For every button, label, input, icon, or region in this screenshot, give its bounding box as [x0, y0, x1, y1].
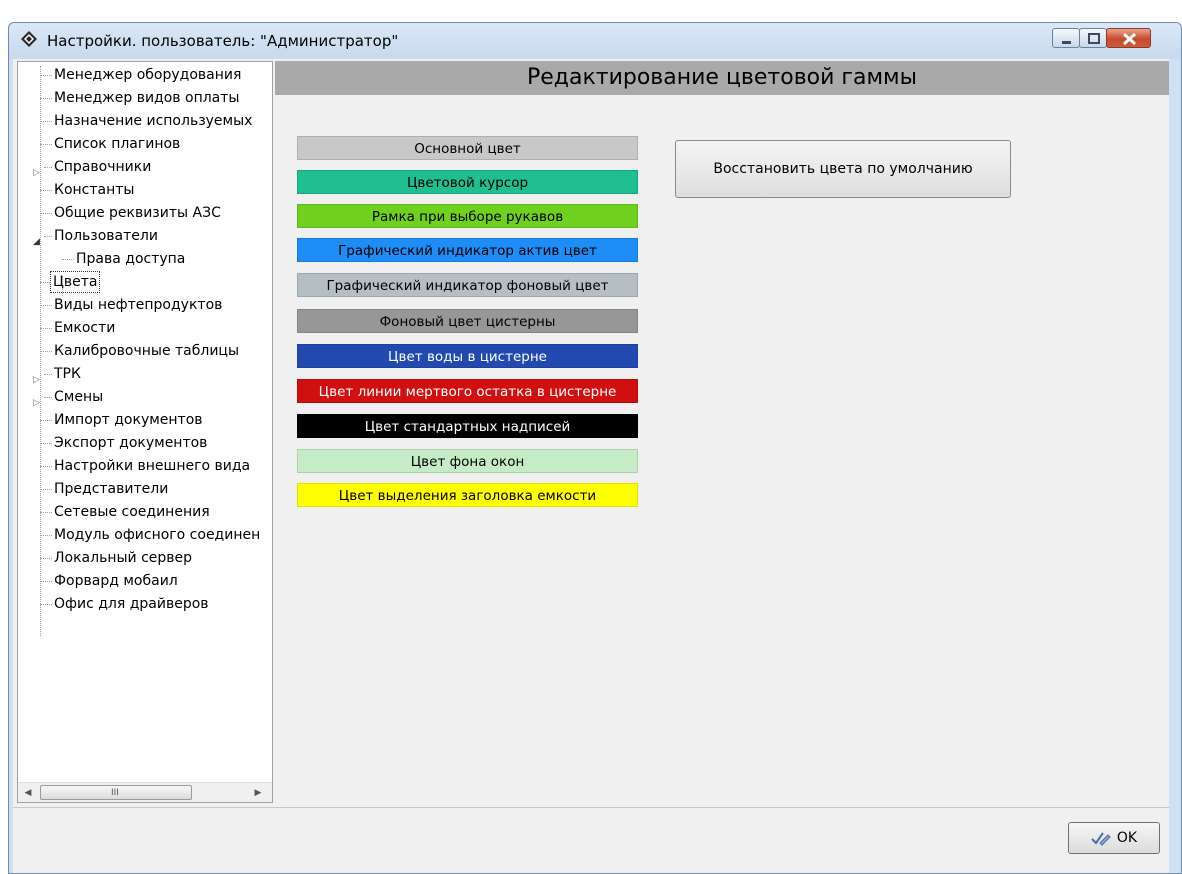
- color-swatch-hose-frame[interactable]: Рамка при выборе рукавов: [297, 204, 638, 228]
- tree-item-label: Список плагинов: [54, 136, 181, 152]
- tree-item-selected[interactable]: Цвета: [18, 271, 272, 294]
- tree-item[interactable]: ▷ Справочники: [18, 156, 272, 179]
- tree-item-label: Назначение используемых: [54, 113, 253, 129]
- scroll-right-arrow-icon[interactable]: ▶: [250, 785, 266, 801]
- tree-item-label: Менеджер оборудования: [54, 67, 242, 83]
- tree-item-label: Емкости: [54, 320, 116, 336]
- tree-item[interactable]: Форвард мобаил: [18, 570, 272, 593]
- restore-defaults-button[interactable]: Восстановить цвета по умолчанию: [675, 140, 1011, 198]
- tree-item-label: Справочники: [54, 159, 152, 175]
- tree-item-label: Смены: [54, 389, 104, 405]
- tree-item-label: Настройки внешнего вида: [54, 458, 251, 474]
- panel-heading: Редактирование цветовой гаммы: [275, 61, 1169, 95]
- tree-item-label: Калибровочные таблицы: [54, 343, 240, 359]
- tree-item-label: Общие реквизиты АЗС: [54, 205, 221, 221]
- tree-item[interactable]: Емкости: [18, 317, 272, 340]
- scrollbar-grip: III: [111, 788, 119, 798]
- color-swatch-window-background[interactable]: Цвет фона окон: [297, 449, 638, 473]
- tree-item[interactable]: Представители: [18, 478, 272, 501]
- scrollbar-thumb[interactable]: III: [40, 785, 192, 800]
- tree-item[interactable]: Права доступа: [18, 248, 272, 271]
- tree-item-label: Модуль офисного соединен: [54, 527, 261, 543]
- tree-item-label: Виды нефтепродуктов: [54, 297, 223, 313]
- ok-button[interactable]: OK: [1068, 822, 1160, 854]
- tree-item[interactable]: Менеджер оборудования: [18, 64, 272, 87]
- tree-horizontal-scrollbar[interactable]: ◀ III ▶: [18, 782, 272, 802]
- tree-item[interactable]: Менеджер видов оплаты: [18, 87, 272, 110]
- tree-item-label: Представители: [54, 481, 169, 497]
- tree-item[interactable]: Список плагинов: [18, 133, 272, 156]
- client-area: Менеджер оборудования Менеджер видов опл…: [13, 59, 1169, 873]
- scroll-left-arrow-icon[interactable]: ◀: [20, 785, 36, 801]
- tree-item-label: Сетевые соединения: [54, 504, 210, 520]
- tree-item[interactable]: Импорт документов: [18, 409, 272, 432]
- tree-item[interactable]: ◢ Пользователи: [18, 225, 272, 248]
- tree-item[interactable]: Офис для драйверов: [18, 593, 272, 616]
- color-swatch-tank-water[interactable]: Цвет воды в цистерне: [297, 344, 638, 368]
- tree-item[interactable]: Настройки внешнего вида: [18, 455, 272, 478]
- minimize-icon: [1062, 41, 1071, 44]
- color-swatch-tank-background[interactable]: Фоновый цвет цистерны: [297, 309, 638, 333]
- tree-item[interactable]: ▷ ТРК: [18, 363, 272, 386]
- ok-label: OK: [1116, 830, 1138, 846]
- diamond-app-icon: [21, 31, 37, 47]
- window-title: Настройки. пользователь: "Администратор": [47, 32, 399, 50]
- maximize-button[interactable]: [1079, 28, 1107, 48]
- tree-item-label: ТРК: [54, 366, 81, 382]
- color-swatch-indicator-background[interactable]: Графический индикатор фоновый цвет: [297, 273, 638, 297]
- tree-item[interactable]: Общие реквизиты АЗС: [18, 202, 272, 225]
- tree-item-label: Импорт документов: [54, 412, 203, 428]
- tree-item-label: Менеджер видов оплаты: [54, 90, 240, 106]
- title-bar[interactable]: Настройки. пользователь: "Администратор": [9, 23, 1181, 59]
- tree-item[interactable]: Сетевые соединения: [18, 501, 272, 524]
- close-button[interactable]: [1106, 28, 1151, 48]
- tree-item[interactable]: Константы: [18, 179, 272, 202]
- tree-item-label: Офис для драйверов: [54, 596, 209, 612]
- checkmark-pencil-icon: [1091, 832, 1111, 846]
- settings-window: Настройки. пользователь: "Администратор"…: [8, 22, 1182, 874]
- color-swatch-cursor[interactable]: Цветовой курсор: [297, 170, 638, 194]
- tree-item-label: Константы: [54, 182, 135, 198]
- tree-item-label: Права доступа: [76, 251, 186, 267]
- tree-item-label: Форвард мобаил: [54, 573, 178, 589]
- color-swatch-indicator-active[interactable]: Графический индикатор актив цвет: [297, 238, 638, 262]
- color-swatch-tank-header-highlight[interactable]: Цвет выделения заголовка емкости: [297, 483, 638, 507]
- color-swatch-main[interactable]: Основной цвет: [297, 136, 638, 160]
- settings-tree[interactable]: Менеджер оборудования Менеджер видов опл…: [17, 61, 273, 803]
- tree-item[interactable]: ▷ Смены: [18, 386, 272, 409]
- tree-item-label: Пользователи: [54, 228, 158, 244]
- tree-item[interactable]: Локальный сервер: [18, 547, 272, 570]
- close-icon: [1122, 32, 1137, 46]
- tree-item[interactable]: Экспорт документов: [18, 432, 272, 455]
- tree-item-label: Цвета: [50, 271, 101, 293]
- color-swatch-dead-residue-line[interactable]: Цвет линии мертвого остатка в цистерне: [297, 379, 638, 403]
- tree-item[interactable]: Виды нефтепродуктов: [18, 294, 272, 317]
- color-swatch-standard-text[interactable]: Цвет стандартных надписей: [297, 414, 638, 438]
- tree-item[interactable]: Модуль офисного соединен: [18, 524, 272, 547]
- minimize-button[interactable]: [1052, 28, 1080, 48]
- maximize-icon: [1088, 33, 1100, 44]
- tree-item[interactable]: Калибровочные таблицы: [18, 340, 272, 363]
- color-editor-panel: Редактирование цветовой гаммы Основной ц…: [275, 59, 1169, 803]
- footer-divider: [13, 807, 1169, 808]
- tree-item-label: Экспорт документов: [54, 435, 208, 451]
- tree-item-label: Локальный сервер: [54, 550, 193, 566]
- tree-item[interactable]: Назначение используемых: [18, 110, 272, 133]
